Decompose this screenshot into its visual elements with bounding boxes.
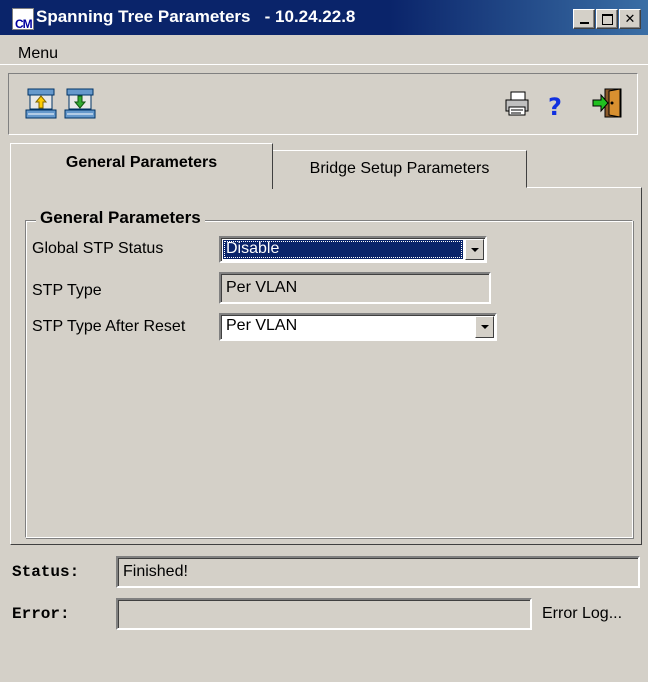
tab-bridge-setup-parameters[interactable]: Bridge Setup Parameters (272, 150, 527, 188)
tab-label: General Parameters (65, 153, 218, 171)
close-button[interactable]: ✕ (619, 9, 641, 29)
error-field (116, 598, 532, 630)
app-logo-icon: CM (12, 8, 34, 31)
close-icon: ✕ (624, 11, 636, 27)
error-log-link[interactable]: Error Log... (542, 605, 622, 623)
stp-type-label: STP Type (32, 282, 102, 299)
maximize-button[interactable] (596, 9, 618, 29)
stp-type-value: Per VLAN (226, 279, 298, 296)
global-stp-status-dropdown[interactable]: Disable (219, 236, 487, 263)
printer-icon[interactable] (503, 90, 531, 118)
svg-text:?: ? (548, 93, 562, 119)
stp-type-field: Per VLAN (219, 272, 491, 304)
menu-item-menu[interactable]: Menu (18, 45, 58, 63)
tab-label: Bridge Setup Parameters (309, 160, 490, 177)
global-stp-status-label: Global STP Status (32, 240, 164, 257)
logo-bottom-text: CM (15, 17, 33, 31)
status-label: Status: (12, 563, 80, 581)
download-icon[interactable] (64, 87, 96, 121)
chevron-down-icon[interactable] (465, 239, 484, 260)
title-bar[interactable]: CM Spanning Tree Parameters - 10.24.22.8… (0, 0, 648, 35)
exit-icon[interactable] (591, 86, 625, 120)
menu-bar (0, 35, 648, 65)
maximize-icon (601, 13, 613, 25)
status-field: Finished! (116, 556, 640, 588)
error-label: Error: (12, 605, 70, 623)
minimize-button[interactable] (573, 9, 595, 29)
window-title: Spanning Tree Parameters - 10.24.22.8 (36, 7, 356, 26)
stp-type-after-reset-label: STP Type After Reset (32, 318, 186, 335)
group-title: General Parameters (36, 208, 205, 228)
global-stp-status-value: Disable (226, 240, 280, 257)
toolbar: ? (8, 73, 638, 135)
status-value: Finished! (123, 563, 188, 580)
stp-type-after-reset-value: Per VLAN (226, 317, 298, 334)
minimize-icon (579, 22, 589, 24)
help-icon[interactable]: ? (545, 91, 567, 119)
upload-icon[interactable] (25, 87, 57, 121)
tab-general-parameters[interactable]: General Parameters (10, 143, 273, 189)
chevron-down-icon[interactable] (475, 316, 494, 338)
stp-type-after-reset-dropdown[interactable]: Per VLAN (219, 313, 497, 341)
general-parameters-group (25, 220, 633, 538)
